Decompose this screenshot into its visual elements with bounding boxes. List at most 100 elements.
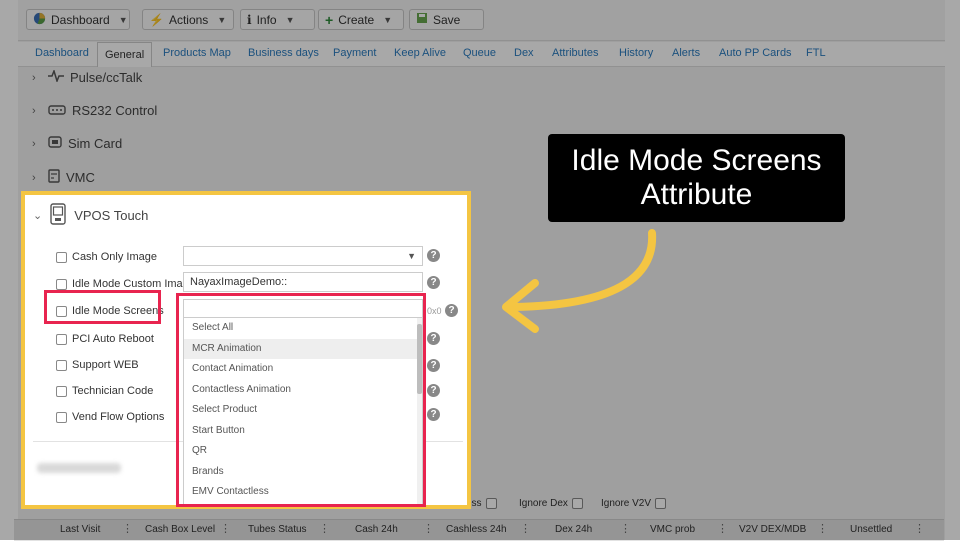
help-icon[interactable]: ? xyxy=(427,384,440,397)
section-vmc[interactable]: › VMC xyxy=(32,169,95,186)
callout-arrow-icon xyxy=(502,229,657,333)
section-sim-card[interactable]: › Sim Card xyxy=(32,136,122,151)
column-header-unsettled[interactable]: Unsettled xyxy=(850,524,892,535)
help-icon[interactable]: ? xyxy=(427,249,440,262)
tab-history[interactable]: History xyxy=(619,47,653,59)
plus-icon: + xyxy=(325,11,334,28)
technician-code-label: Technician Code xyxy=(72,385,154,397)
column-menu-icon[interactable]: ⋮ xyxy=(717,522,728,535)
idle-mode-custom-image-label: Idle Mode Custom Image xyxy=(72,278,195,290)
pci-auto-reboot-label: PCI Auto Reboot xyxy=(72,333,154,345)
cash-only-image-checkbox[interactable] xyxy=(56,251,67,263)
section-vpos-touch[interactable]: ⌄ VPOS Touch xyxy=(33,203,148,228)
technician-code-row: Technician Code xyxy=(56,385,153,397)
section-pulse-cctalk[interactable]: › Pulse/ccTalk xyxy=(32,68,143,85)
tab-auto-pp-cards[interactable]: Auto PP Cards xyxy=(719,47,792,59)
help-icon[interactable]: ? xyxy=(427,332,440,345)
chevron-down-icon: ⌄ xyxy=(33,210,43,222)
idle-mode-custom-image-input[interactable]: NayaxImageDemo:: xyxy=(183,272,423,292)
vend-flow-options-label: Vend Flow Options xyxy=(72,411,165,423)
tab-ftl[interactable]: FTL xyxy=(806,47,826,59)
section-label: VPOS Touch xyxy=(74,208,149,223)
column-header-vmc-prob[interactable]: VMC prob xyxy=(650,524,695,535)
help-icon[interactable]: ? xyxy=(427,276,440,289)
column-header-dex-24h[interactable]: Dex 24h xyxy=(555,524,592,535)
table-header: Last Visit ⋮ Cash Box Level ⋮ Tubes Stat… xyxy=(14,519,944,541)
actions-label: Actions xyxy=(168,12,209,27)
column-header-v2v-dex-mdb[interactable]: V2V DEX/MDB xyxy=(739,524,806,535)
ignore-dex-label: Ignore Dex xyxy=(519,498,568,509)
column-header-cash-24h[interactable]: Cash 24h xyxy=(355,524,398,535)
cash-only-image-select[interactable]: ▼ xyxy=(183,246,423,266)
ignore-v2v-label: Ignore V2V xyxy=(601,498,652,509)
column-menu-icon[interactable]: ⋮ xyxy=(817,522,828,535)
section-label: Sim Card xyxy=(68,136,123,151)
tab-products-map[interactable]: Products Map xyxy=(163,47,231,59)
chevron-right-icon: › xyxy=(32,71,36,84)
column-header-tubes-status[interactable]: Tubes Status xyxy=(248,524,307,535)
info-button[interactable]: i Info ▼ xyxy=(240,9,315,30)
tab-attributes[interactable]: Attributes xyxy=(552,47,598,59)
technician-code-checkbox[interactable] xyxy=(56,385,67,397)
column-menu-icon[interactable]: ⋮ xyxy=(319,522,330,535)
ignore-dex-option[interactable]: Ignore Dex xyxy=(519,498,583,509)
tab-dex[interactable]: Dex xyxy=(514,47,534,59)
help-icon[interactable]: ? xyxy=(427,359,440,372)
save-icon xyxy=(416,12,428,27)
tab-payment[interactable]: Payment xyxy=(333,47,376,59)
column-menu-icon[interactable]: ⋮ xyxy=(122,522,133,535)
ignore-v2v-checkbox[interactable] xyxy=(655,498,667,509)
save-button[interactable]: Save xyxy=(409,9,484,30)
support-web-row: Support WEB xyxy=(56,359,139,371)
section-rs232-control[interactable]: › RS232 Control xyxy=(32,103,157,118)
tab-queue[interactable]: Queue xyxy=(463,47,496,59)
column-header-cashless-24h[interactable]: Cashless 24h xyxy=(446,524,507,535)
info-label: Info xyxy=(256,12,277,27)
column-menu-icon[interactable]: ⋮ xyxy=(914,522,925,535)
column-menu-icon[interactable]: ⋮ xyxy=(220,522,231,535)
idle-mode-screens-size: 0x0 xyxy=(427,306,442,316)
column-menu-icon[interactable]: ⋮ xyxy=(423,522,434,535)
vending-machine-icon xyxy=(48,169,60,186)
pci-auto-reboot-checkbox[interactable] xyxy=(56,333,67,345)
tab-keep-alive[interactable]: Keep Alive xyxy=(394,47,446,59)
support-web-checkbox[interactable] xyxy=(56,359,67,371)
section-label: Pulse/ccTalk xyxy=(70,70,143,85)
tab-alerts[interactable]: Alerts xyxy=(672,47,700,59)
tab-business-days[interactable]: Business days xyxy=(248,47,319,59)
actions-button[interactable]: ⚡ Actions ▼ xyxy=(142,9,234,30)
sim-card-icon xyxy=(48,136,62,151)
callout-line-1: Idle Mode Screens xyxy=(571,144,822,177)
callout-line-2: Attribute xyxy=(640,178,753,211)
dashboard-button[interactable]: Dashboard ▼ xyxy=(26,9,130,30)
pie-chart-icon xyxy=(33,12,46,28)
create-label: Create xyxy=(338,12,375,27)
chevron-right-icon: › xyxy=(32,137,36,150)
pci-auto-reboot-row: PCI Auto Reboot xyxy=(56,333,154,345)
serial-port-icon xyxy=(48,103,66,118)
ignore-dex-checkbox[interactable] xyxy=(571,498,583,509)
tab-general[interactable]: General xyxy=(97,42,153,67)
label-highlight-box xyxy=(44,290,161,324)
section-label: RS232 Control xyxy=(72,103,158,118)
tab-dashboard[interactable]: Dashboard xyxy=(35,47,89,59)
pos-terminal-icon xyxy=(50,203,66,228)
ignore-v2v-option[interactable]: Ignore V2V xyxy=(601,498,667,509)
chevron-down-icon: ▼ xyxy=(383,14,393,25)
cash-only-image-row: Cash Only Image xyxy=(56,251,157,263)
column-header-last-visit[interactable]: Last Visit xyxy=(60,524,100,535)
chevron-down-icon: ▼ xyxy=(118,14,128,25)
vend-flow-options-checkbox[interactable] xyxy=(56,411,67,423)
idle-mode-custom-image-checkbox[interactable] xyxy=(56,278,67,290)
idle-mode-custom-image-row: Idle Mode Custom Image xyxy=(56,278,195,290)
column-header-cash-box-level[interactable]: Cash Box Level xyxy=(145,524,215,535)
help-icon[interactable]: ? xyxy=(445,304,458,317)
create-button[interactable]: + Create ▼ xyxy=(318,9,404,30)
pulse-icon xyxy=(48,68,64,85)
column-menu-icon[interactable]: ⋮ xyxy=(620,522,631,535)
ignore-cashless-checkbox[interactable] xyxy=(485,498,497,509)
chevron-down-icon: ▼ xyxy=(217,14,227,25)
column-menu-icon[interactable]: ⋮ xyxy=(520,522,531,535)
help-icon[interactable]: ? xyxy=(427,408,440,421)
dashboard-label: Dashboard xyxy=(51,12,110,27)
